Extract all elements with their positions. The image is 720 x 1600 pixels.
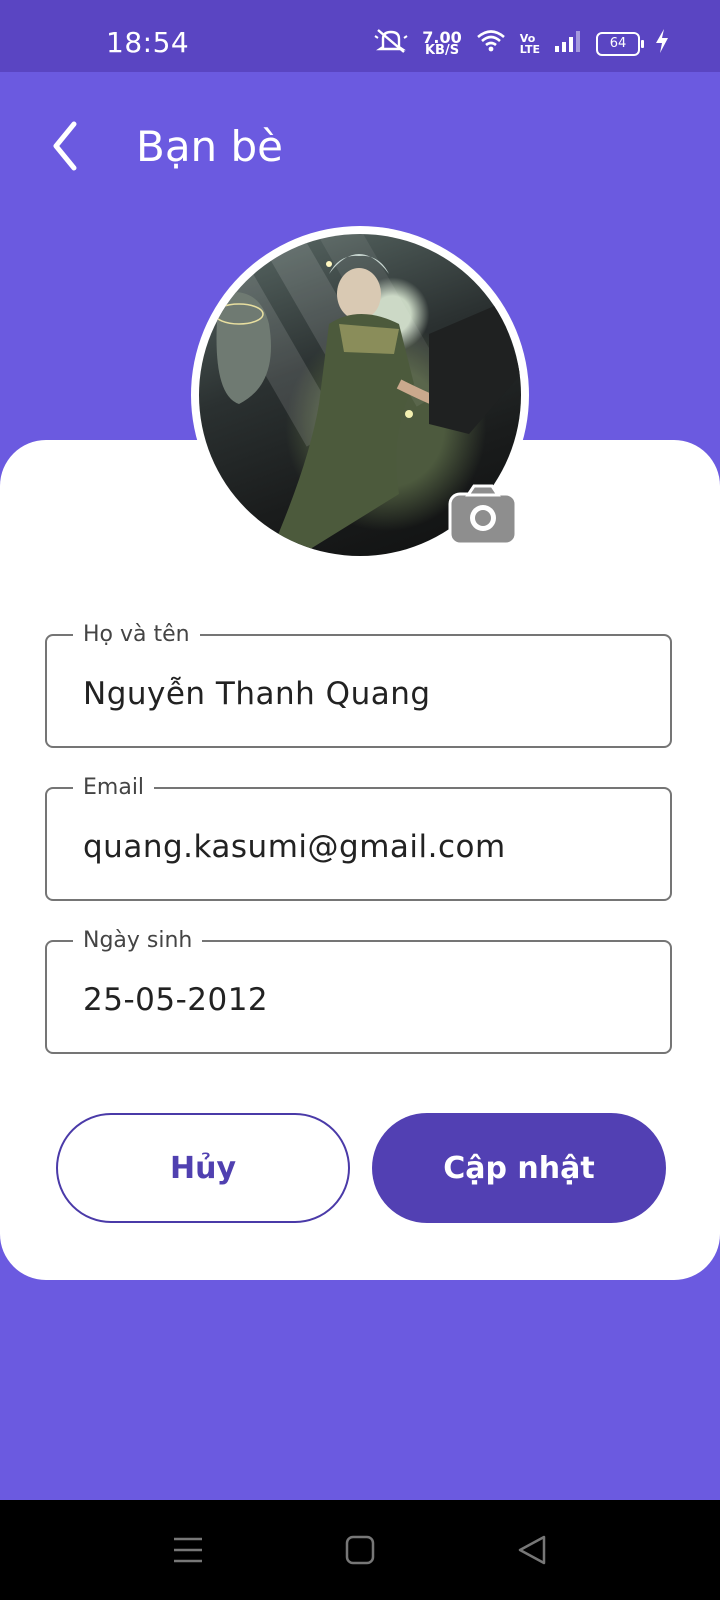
update-button[interactable]: Cập nhật xyxy=(372,1113,666,1223)
back-triangle-icon[interactable] xyxy=(516,1534,548,1566)
birthday-field[interactable]: Ngày sinh 25-05-2012 xyxy=(45,928,672,1054)
menu-icon[interactable] xyxy=(172,1534,204,1566)
page-title: Bạn bè xyxy=(136,122,284,171)
camera-icon xyxy=(448,484,518,546)
back-arrow-icon xyxy=(53,121,77,171)
volte-bottom: LTE xyxy=(519,42,540,56)
net-speed: 7.00 KB/S xyxy=(422,29,461,58)
net-speed-unit: KB/S xyxy=(424,42,460,58)
charging-icon xyxy=(654,28,670,59)
system-nav-bar xyxy=(0,1500,720,1600)
cancel-button[interactable]: Hủy xyxy=(56,1113,350,1223)
birthday-input[interactable]: 25-05-2012 xyxy=(83,982,268,1018)
back-button[interactable] xyxy=(44,116,94,176)
email-input[interactable]: quang.kasumi@gmail.com xyxy=(83,829,506,865)
change-avatar-button[interactable] xyxy=(448,484,518,546)
signal-icon xyxy=(554,29,582,58)
app-header: Bạn bè xyxy=(0,72,720,222)
wifi-icon xyxy=(476,29,506,58)
full-name-label: Họ và tên xyxy=(73,622,200,647)
home-icon[interactable] xyxy=(344,1534,376,1566)
email-label: Email xyxy=(73,775,155,800)
mute-icon xyxy=(374,28,408,59)
email-field[interactable]: Email quang.kasumi@gmail.com xyxy=(45,775,672,901)
battery-icon: 64 xyxy=(596,31,644,56)
full-name-input[interactable]: Nguyễn Thanh Quang xyxy=(83,676,431,712)
status-time: 18:54 xyxy=(106,26,190,59)
full-name-field[interactable]: Họ và tên Nguyễn Thanh Quang xyxy=(45,622,672,748)
status-icons: 7.00 KB/S Vo LTE 64 xyxy=(374,28,670,59)
birthday-label: Ngày sinh xyxy=(73,928,203,953)
volte-top: Vo xyxy=(519,31,536,45)
status-bar: 18:54 7.00 KB/S Vo LTE 64 xyxy=(0,0,720,72)
volte-indicator: Vo LTE xyxy=(520,33,540,55)
